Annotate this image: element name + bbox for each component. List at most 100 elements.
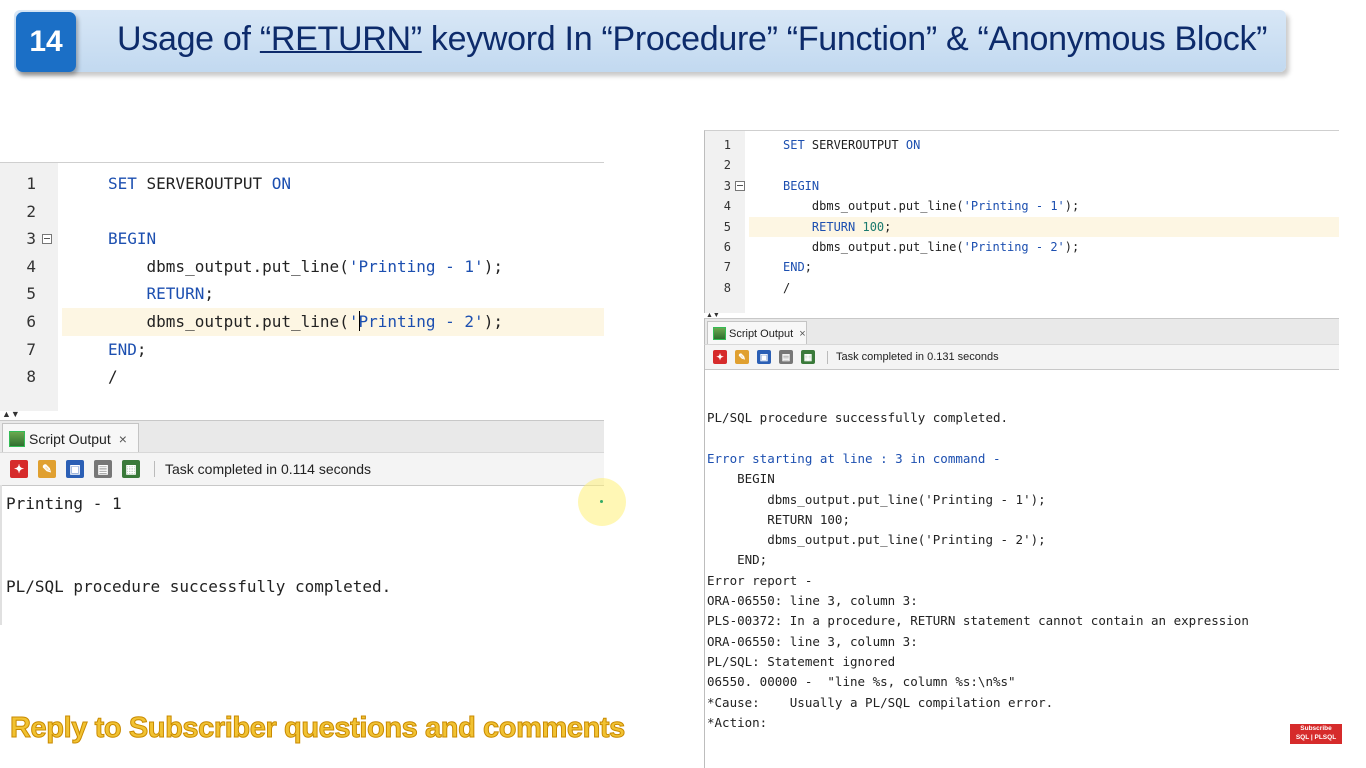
close-icon[interactable]: × bbox=[799, 328, 805, 340]
task-status: Task completed in 0.114 seconds bbox=[165, 461, 371, 477]
code-line[interactable]: 4 dbms_output.put_line('Printing - 1'); bbox=[0, 253, 604, 281]
line-number: 6 bbox=[723, 240, 731, 254]
title-keyword: “RETURN” bbox=[259, 20, 422, 58]
output-line: *Action: bbox=[707, 714, 768, 730]
code-line[interactable]: 1 SET SERVEROUTPUT ON bbox=[705, 135, 1339, 156]
code-text: END; bbox=[783, 260, 812, 275]
output-line: Printing - 1 bbox=[6, 494, 122, 513]
line-number: 4 bbox=[26, 256, 36, 276]
script-output-icon bbox=[9, 430, 25, 447]
subscribe-button[interactable]: Subscribe SQL | PLSQL bbox=[1290, 724, 1342, 744]
export-icon[interactable]: ▦ bbox=[801, 350, 815, 364]
line-number: 6 bbox=[26, 312, 36, 331]
title-prefix: Usage of bbox=[117, 20, 260, 58]
code-line[interactable]: 3 BEGIN bbox=[0, 225, 604, 253]
subscribe-channel: SQL | PLSQL bbox=[1295, 734, 1337, 741]
line-number: 2 bbox=[723, 158, 731, 173]
left-code-editor[interactable]: 1 SET SERVEROUTPUT ON 2 3 BEGIN 4 dbms_output… bbox=[0, 162, 604, 411]
code-line[interactable]: 8/ bbox=[705, 278, 1339, 299]
fold-minus-icon[interactable] bbox=[735, 180, 745, 191]
output-line: *Cause: Usually a PL/SQL compilation err… bbox=[707, 694, 1054, 710]
left-output-tabbar: Script Output × bbox=[0, 420, 604, 453]
output-line: PL/SQL: Statement ignored bbox=[707, 653, 896, 669]
print-icon[interactable]: ▤ bbox=[779, 350, 793, 364]
lesson-number-badge: 14 bbox=[16, 12, 76, 72]
task-status: Task completed in 0.131 seconds bbox=[836, 351, 999, 363]
code-line[interactable]: 7 END; bbox=[705, 257, 1339, 278]
line-number: 8 bbox=[723, 280, 731, 295]
export-icon[interactable]: ▦ bbox=[122, 460, 140, 478]
output-line: ORA-06550: line 3, column 3: bbox=[707, 593, 918, 608]
line-number: 8 bbox=[26, 367, 36, 387]
code-text: / bbox=[108, 367, 118, 387]
mouse-cursor-highlight bbox=[578, 478, 626, 526]
code-line[interactable]: 3 BEGIN bbox=[705, 176, 1339, 197]
output-line: PL/SQL procedure successfully completed. bbox=[6, 576, 392, 596]
code-line[interactable]: 7 END; bbox=[0, 336, 604, 364]
code-text: END; bbox=[108, 339, 147, 359]
save-icon[interactable]: ▣ bbox=[66, 460, 84, 478]
code-line[interactable]: 5 RETURN 100; bbox=[724, 216, 1339, 238]
eraser-icon[interactable]: ✎ bbox=[735, 350, 749, 364]
print-icon[interactable]: ▤ bbox=[94, 460, 112, 478]
title-suffix: keyword In “Procedure” “Function” & “Ano… bbox=[421, 20, 1268, 58]
code-line[interactable]: 8/ bbox=[0, 363, 604, 391]
code-line[interactable]: 5 RETURN; bbox=[0, 280, 604, 308]
code-line[interactable]: 2 bbox=[0, 198, 604, 226]
output-line: RETURN 100; bbox=[707, 511, 850, 527]
script-output-icon bbox=[713, 327, 726, 340]
video-caption: Reply to Subscriber questions and commen… bbox=[10, 712, 626, 745]
right-output-toolbar: ✦ ✎ ▣ ▤ ▦ Task completed in 0.131 second… bbox=[704, 344, 1339, 370]
pin-icon[interactable]: ✦ bbox=[713, 350, 727, 364]
tab-label: Script Output bbox=[729, 327, 794, 340]
close-icon[interactable]: × bbox=[119, 431, 127, 447]
left-splitter-arrows[interactable]: ▲▼ bbox=[2, 409, 20, 419]
code-line[interactable]: 6 dbms_output.put_line('Printing - 2'); bbox=[705, 237, 1339, 258]
toolbar-separator bbox=[827, 350, 828, 364]
code-text: SET SERVEROUTPUT ON bbox=[108, 174, 292, 193]
right-code-editor[interactable]: 1 SET SERVEROUTPUT ON 2 3 BEGIN 4 dbms_output… bbox=[704, 130, 1339, 313]
line-number: 1 bbox=[26, 174, 36, 193]
line-number: 5 bbox=[26, 284, 36, 304]
left-output-toolbar: ✦ ✎ ▣ ▤ ▦ Task completed in 0.114 second… bbox=[0, 452, 604, 486]
output-line: 06550. 00000 - "line %s, column %s:\n%s" bbox=[707, 674, 1016, 690]
line-number: 5 bbox=[723, 219, 731, 234]
line-number: 7 bbox=[26, 339, 36, 359]
line-number: 3 bbox=[26, 229, 36, 249]
subscribe-label: Subscribe bbox=[1300, 725, 1332, 732]
code-text: dbms_output.put_line('Printing - 2'); bbox=[108, 312, 503, 331]
code-line[interactable]: 1 SET SERVEROUTPUT ON bbox=[0, 170, 604, 198]
code-text: BEGIN bbox=[108, 229, 157, 249]
code-text: dbms_output.put_line('Printing - 2'); bbox=[783, 240, 1080, 254]
code-text: dbms_output.put_line('Printing - 1'); bbox=[108, 256, 503, 276]
output-line: dbms_output.put_line('Printing - 1'); bbox=[707, 491, 1046, 507]
tab-script-output[interactable]: Script Output × bbox=[707, 321, 807, 345]
tab-script-output[interactable]: Script Output × bbox=[2, 423, 139, 453]
code-text: RETURN; bbox=[108, 284, 214, 304]
code-line[interactable]: 2 bbox=[705, 155, 1339, 176]
output-line: ORA-06550: line 3, column 3: bbox=[707, 633, 918, 649]
code-line[interactable]: 4 dbms_output.put_line('Printing - 1'); bbox=[705, 196, 1339, 217]
code-text: SET SERVEROUTPUT ON bbox=[783, 138, 921, 152]
code-text: RETURN 100; bbox=[783, 219, 892, 234]
code-text: dbms_output.put_line('Printing - 1'); bbox=[783, 199, 1080, 214]
code-text: / bbox=[783, 280, 791, 295]
left-output-text: Printing - 1 PL/SQL procedure successfull… bbox=[0, 485, 606, 625]
code-text: BEGIN bbox=[783, 178, 820, 193]
output-line: END; bbox=[707, 552, 768, 568]
save-icon[interactable]: ▣ bbox=[757, 350, 771, 364]
line-number: 2 bbox=[26, 201, 36, 221]
code-line[interactable]: 6 dbms_output.put_line('Printing - 2'); bbox=[26, 308, 604, 336]
output-line: PL/SQL procedure successfully completed. bbox=[707, 410, 1009, 426]
line-number: 4 bbox=[723, 199, 731, 214]
tab-label: Script Output bbox=[29, 430, 111, 447]
error-heading: Error starting at line : 3 in command - bbox=[707, 450, 1001, 466]
output-line: PLS-00372: In a procedure, RETURN statem… bbox=[707, 613, 1249, 629]
page-title: Usage of “RETURN” keyword In “Procedure”… bbox=[117, 20, 1268, 59]
output-line: Error report - bbox=[707, 572, 813, 588]
eraser-icon[interactable]: ✎ bbox=[38, 460, 56, 478]
line-number: 1 bbox=[723, 138, 731, 152]
fold-minus-icon[interactable] bbox=[42, 233, 52, 244]
text-caret bbox=[359, 311, 360, 331]
pin-icon[interactable]: ✦ bbox=[10, 460, 28, 478]
